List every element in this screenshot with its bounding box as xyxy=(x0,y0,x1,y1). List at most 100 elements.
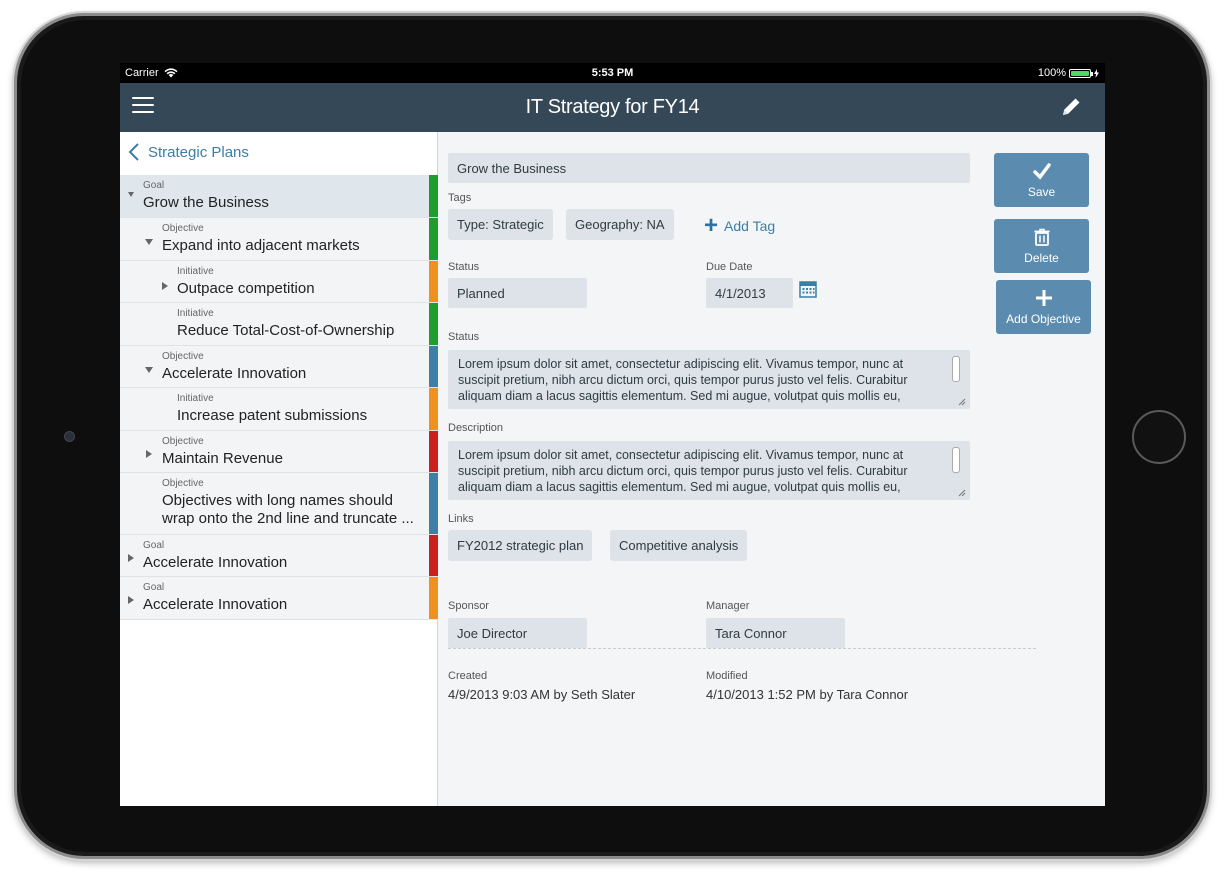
link-competitive-analysis[interactable]: Competitive analysis xyxy=(610,530,748,561)
modified-label: Modified xyxy=(706,670,748,682)
resize-handle-icon[interactable] xyxy=(958,398,966,406)
add-objective-label: Add Objective xyxy=(1006,312,1081,326)
clock: 5:53 PM xyxy=(591,67,634,79)
tree-row-goal[interactable]: Goal Grow the Business xyxy=(120,175,438,218)
collapsed-arrow-icon[interactable] xyxy=(146,450,152,458)
collapsed-arrow-icon[interactable] xyxy=(128,596,134,604)
camera-icon xyxy=(64,431,75,442)
delete-button[interactable]: Delete xyxy=(994,219,1089,273)
page-title: IT Strategy for FY14 xyxy=(525,96,700,118)
row-kind: Goal xyxy=(143,582,165,593)
back-button[interactable]: Strategic Plans xyxy=(128,142,249,162)
status-color-bar xyxy=(429,431,438,472)
row-name: Outpace competition xyxy=(177,280,315,297)
add-objective-button[interactable]: Add Objective xyxy=(996,280,1091,334)
nav-bar: IT Strategy for FY14 xyxy=(120,83,1105,132)
tree-row-objective[interactable]: Objective Maintain Revenue xyxy=(120,431,438,473)
calendar-icon[interactable] xyxy=(799,280,817,298)
status-color-bar xyxy=(429,346,438,387)
expanded-arrow-icon[interactable] xyxy=(145,239,153,245)
row-name: Expand into adjacent markets xyxy=(162,237,360,254)
description-textarea[interactable]: Lorem ipsum dolor sit amet, consectetur … xyxy=(448,441,970,500)
save-button[interactable]: Save xyxy=(994,153,1089,207)
row-kind: Initiative xyxy=(177,308,214,319)
row-kind: Goal xyxy=(143,540,165,551)
tree-row-objective[interactable]: Objective Objectives with long names sho… xyxy=(120,473,438,535)
textarea-scrollbar[interactable] xyxy=(952,447,960,473)
goal-title-field[interactable]: Grow the Business xyxy=(448,153,970,183)
due-date-label: Due Date xyxy=(706,261,753,273)
detail-panel: Grow the Business Tags Type: Strategic G… xyxy=(438,132,1105,806)
row-kind: Objective xyxy=(162,223,204,234)
add-tag-label: Add Tag xyxy=(724,218,776,234)
status-textarea[interactable]: Lorem ipsum dolor sit amet, consectetur … xyxy=(448,350,970,409)
expanded-arrow-icon[interactable] xyxy=(145,367,153,373)
sponsor-label: Sponsor xyxy=(448,600,489,612)
row-name: Objectives with long names should wrap o… xyxy=(162,492,414,527)
status-color-bar xyxy=(429,303,438,345)
row-kind: Objective xyxy=(162,478,204,489)
status-color-bar xyxy=(429,535,438,576)
status-color-bar xyxy=(429,577,438,619)
row-name: Grow the Business xyxy=(143,194,269,211)
plus-icon: + xyxy=(704,212,719,239)
row-name: Reduce Total-Cost-of-Ownership xyxy=(177,322,395,339)
plan-tree: Goal Grow the Business Objective Expand … xyxy=(120,175,438,620)
chevron-left-icon xyxy=(128,143,139,161)
expanded-arrow-icon[interactable] xyxy=(128,192,134,197)
created-value: 4/9/2013 9:03 AM by Seth Slater xyxy=(448,687,636,702)
row-kind: Objective xyxy=(162,436,204,447)
tree-row-objective[interactable]: Objective Accelerate Innovation xyxy=(120,346,438,388)
checkmark-icon xyxy=(1032,163,1051,180)
resize-handle-icon[interactable] xyxy=(958,489,966,497)
manager-field[interactable]: Tara Connor xyxy=(706,618,845,648)
status-select[interactable]: Planned xyxy=(448,278,587,308)
created-label: Created xyxy=(448,670,488,682)
textarea-scrollbar[interactable] xyxy=(952,356,960,382)
row-name: Accelerate Innovation xyxy=(143,596,288,613)
row-name: Maintain Revenue xyxy=(162,450,283,467)
status-color-bar xyxy=(429,473,438,534)
status-color-bar xyxy=(429,388,438,430)
edit-pencil-icon[interactable] xyxy=(1059,95,1083,119)
tag-geography[interactable]: Geography: NA xyxy=(566,209,674,240)
due-date-field[interactable]: 4/1/2013 xyxy=(706,278,793,308)
tree-row-initiative[interactable]: Initiative Reduce Total-Cost-of-Ownershi… xyxy=(120,303,438,346)
links-label: Links xyxy=(448,513,474,525)
modified-value: 4/10/2013 1:52 PM by Tara Connor xyxy=(706,687,909,702)
row-name: Increase patent submissions xyxy=(177,407,368,424)
tree-row-goal[interactable]: Goal Accelerate Innovation xyxy=(120,535,438,577)
charging-icon xyxy=(1094,68,1099,78)
back-label: Strategic Plans xyxy=(148,143,249,161)
save-label: Save xyxy=(1027,185,1056,199)
collapsed-arrow-icon[interactable] xyxy=(162,282,168,290)
row-kind: Objective xyxy=(162,351,204,362)
manager-label: Manager xyxy=(706,600,750,612)
battery-icon xyxy=(1069,68,1093,78)
row-name: Accelerate Innovation xyxy=(162,365,307,382)
status-bar: Carrier 5:53 PM 100% xyxy=(120,63,1105,83)
row-name: Accelerate Innovation xyxy=(143,554,288,571)
add-tag-button[interactable]: + Add Tag xyxy=(704,212,776,239)
delete-label: Delete xyxy=(1024,251,1059,265)
tree-row-initiative[interactable]: Initiative Increase patent submissions xyxy=(120,388,438,431)
status-color-bar xyxy=(429,175,438,217)
row-kind: Initiative xyxy=(177,393,214,404)
tree-row-initiative[interactable]: Initiative Outpace competition xyxy=(120,261,438,303)
section-divider xyxy=(448,648,1036,649)
tree-row-objective[interactable]: Objective Expand into adjacent markets xyxy=(120,218,438,261)
collapsed-arrow-icon[interactable] xyxy=(128,554,134,562)
app-screen: Carrier 5:53 PM 100% IT Strategy for FY1… xyxy=(120,63,1105,806)
plus-icon xyxy=(1035,290,1052,306)
link-fy2012-plan[interactable]: FY2012 strategic plan xyxy=(448,530,593,561)
home-button[interactable] xyxy=(1132,410,1186,464)
tree-row-goal[interactable]: Goal Accelerate Innovation xyxy=(120,577,438,620)
battery-percent: 100% xyxy=(1037,67,1066,79)
battery-indicator: 100% xyxy=(1038,67,1099,79)
status-text-label: Status xyxy=(448,331,480,343)
tag-type[interactable]: Type: Strategic xyxy=(448,209,553,240)
status-color-bar xyxy=(429,261,438,302)
description-label: Description xyxy=(448,422,504,434)
row-kind: Initiative xyxy=(177,266,214,277)
sponsor-field[interactable]: Joe Director xyxy=(448,618,587,648)
